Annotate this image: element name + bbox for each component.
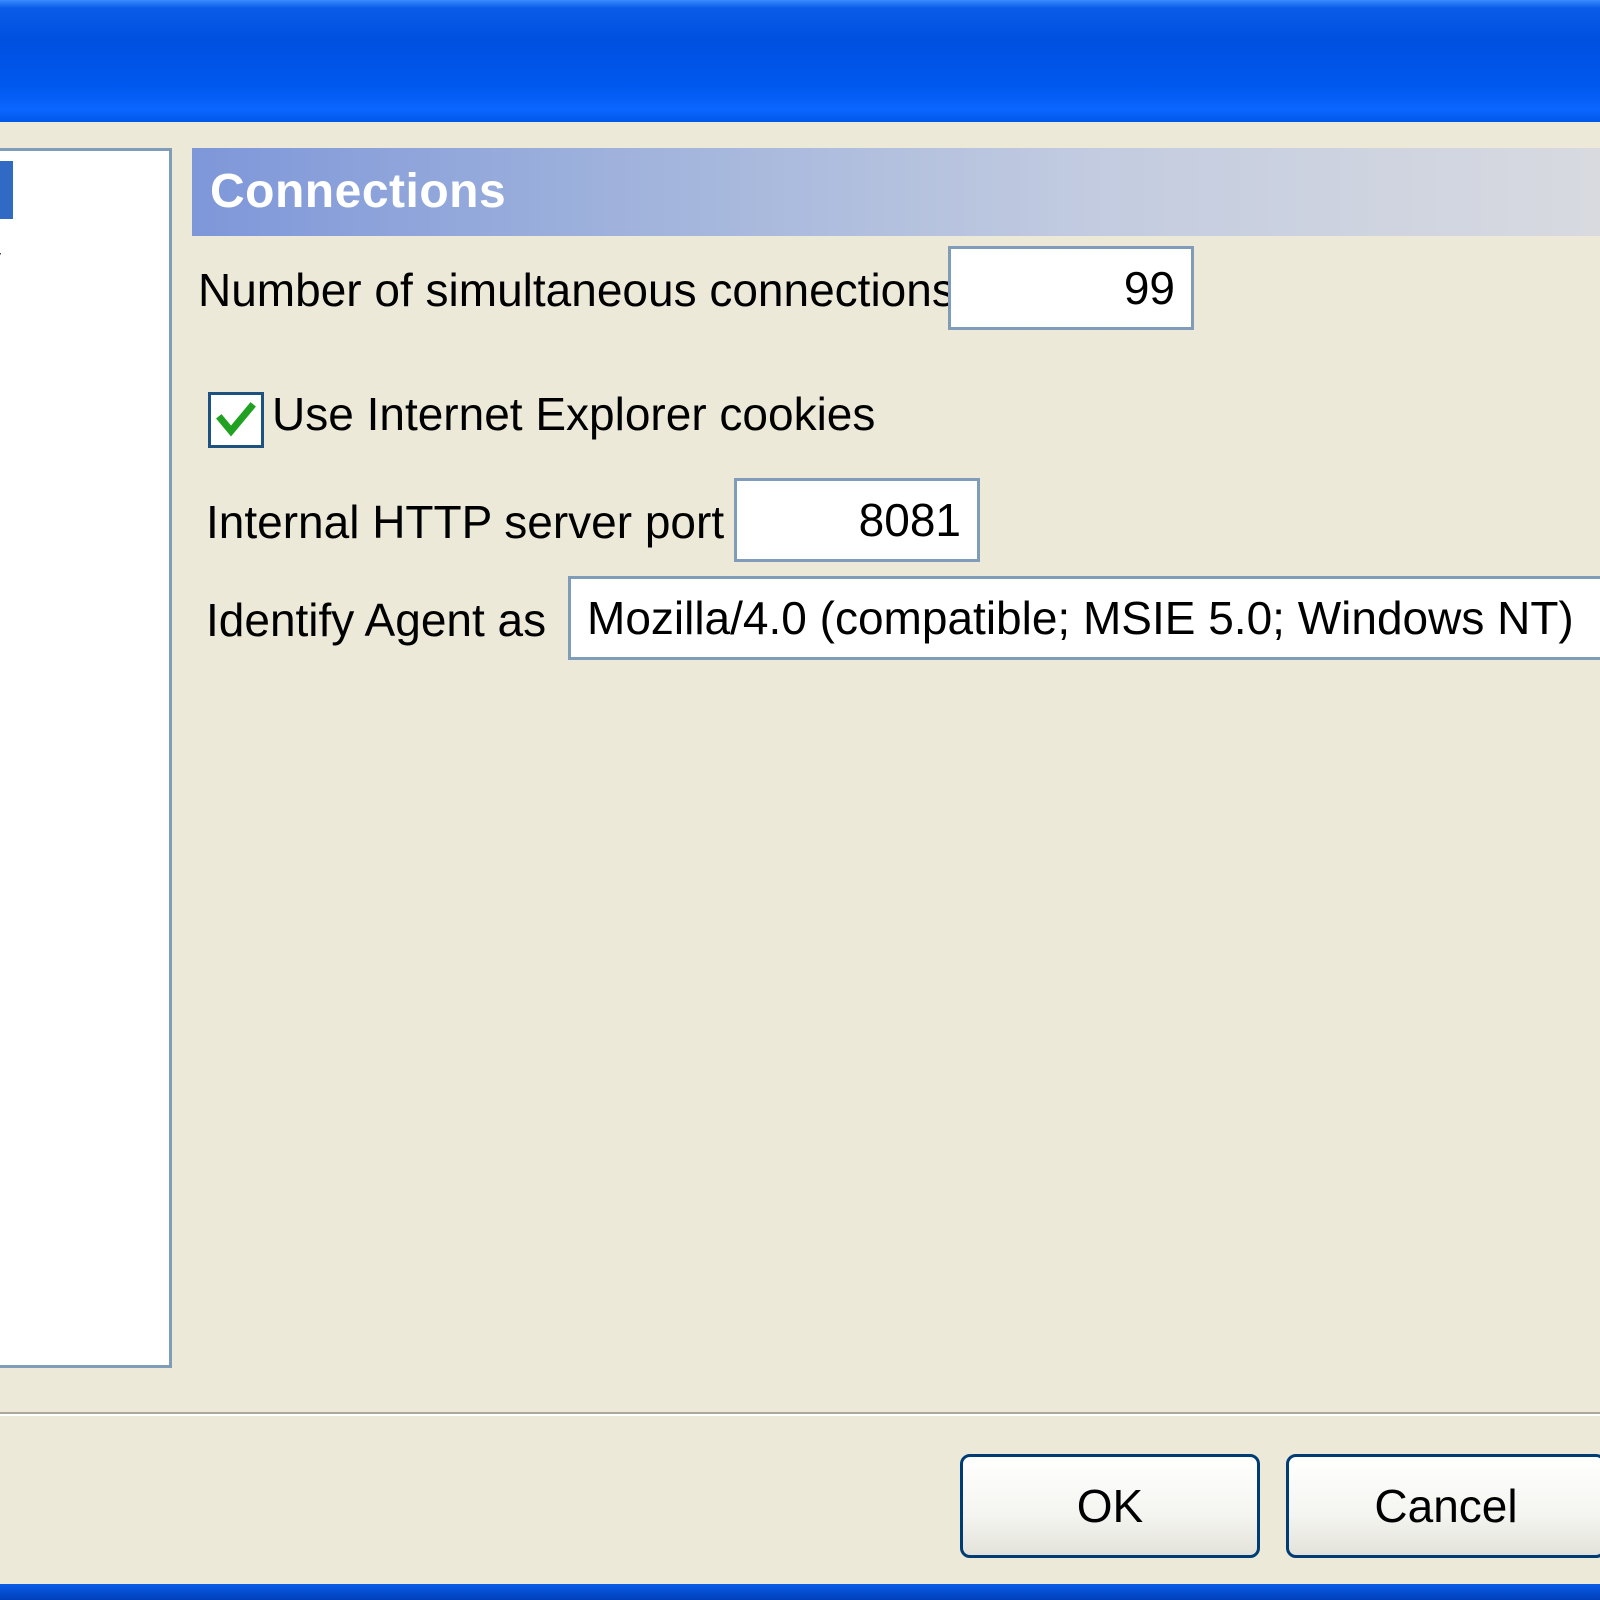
section-header: Connections xyxy=(192,148,1600,236)
simultaneous-connections-label: Number of simultaneous connections xyxy=(198,264,955,316)
title-bar[interactable] xyxy=(0,0,1600,122)
category-tree[interactable]: y . xyxy=(0,148,172,1368)
ie-cookies-label[interactable]: Use Internet Explorer cookies xyxy=(272,386,875,442)
ok-button[interactable]: OK xyxy=(960,1454,1260,1558)
tree-selected-item[interactable] xyxy=(0,161,13,219)
checkmark-icon xyxy=(216,402,256,437)
http-port-label: Internal HTTP server port xyxy=(206,496,725,548)
tree-item[interactable]: y xyxy=(0,237,1,285)
settings-dialog: y . Connections Number of simultaneous c… xyxy=(0,0,1600,1600)
cancel-button[interactable]: Cancel xyxy=(1286,1454,1600,1558)
ie-cookies-checkbox[interactable] xyxy=(208,392,264,448)
simultaneous-connections-input[interactable]: 99 xyxy=(948,246,1194,330)
agent-label: Identify Agent as xyxy=(206,594,547,646)
section-title: Connections xyxy=(210,165,507,218)
agent-input[interactable]: Mozilla/4.0 (compatible; MSIE 5.0; Windo… xyxy=(568,576,1600,660)
http-port-input[interactable]: 8081 xyxy=(734,478,980,562)
window-frame-bottom xyxy=(0,1584,1600,1600)
button-separator xyxy=(0,1412,1600,1416)
